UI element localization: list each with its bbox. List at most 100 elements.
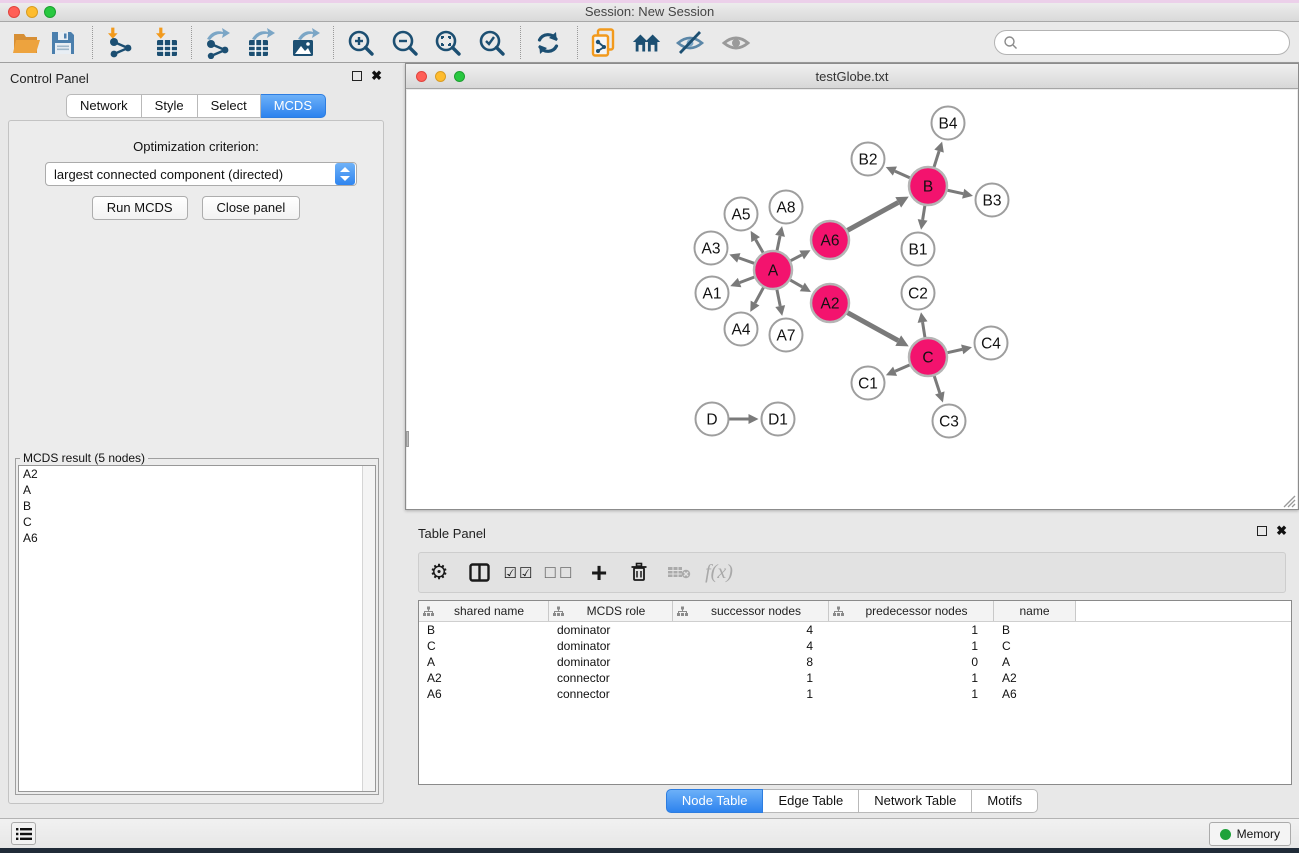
network-graph[interactable]: AA1A2A3A4A5A6A7A8BB1B2B3B4CC1C2C3C4DD1 — [407, 90, 1297, 509]
table-options-gear-icon[interactable]: ⚙ — [419, 560, 459, 585]
graph-node-label: A5 — [732, 207, 751, 224]
refresh-icon[interactable] — [532, 27, 564, 59]
table-cell[interactable]: 4 — [673, 623, 829, 637]
graph-edge-A6-B[interactable] — [845, 202, 898, 231]
table-row[interactable]: Bdominator41B — [419, 622, 1291, 638]
mcds-result-item[interactable]: C — [19, 514, 375, 530]
zoom-fit-icon[interactable] — [432, 27, 464, 59]
column-header-predecessor-nodes[interactable]: predecessor nodes — [829, 601, 994, 621]
hide-panels-icon[interactable] — [631, 27, 663, 59]
table-cell[interactable]: dominator — [549, 655, 673, 669]
column-header-name[interactable]: name — [994, 601, 1076, 621]
show-columns-icon[interactable] — [459, 562, 499, 584]
float-panel-icon[interactable] — [352, 71, 362, 81]
close-panel-icon[interactable]: ✖ — [371, 71, 382, 81]
table-row[interactable]: Cdominator41C — [419, 638, 1291, 654]
show-hide-details-icon[interactable] — [720, 27, 752, 59]
criterion-select[interactable]: largest connected component (directed) — [45, 162, 357, 186]
tab-node-table[interactable]: Node Table — [666, 789, 764, 813]
table-cell[interactable]: connector — [549, 671, 673, 685]
graph-node-label: A1 — [703, 286, 722, 303]
table-panel-title: Table Panel — [418, 526, 486, 541]
memory-label: Memory — [1237, 827, 1280, 841]
table-cell[interactable]: dominator — [549, 639, 673, 653]
column-header-MCDS-role[interactable]: MCDS role — [549, 601, 673, 621]
zoom-in-icon[interactable] — [345, 27, 377, 59]
table-cell[interactable]: 1 — [673, 687, 829, 701]
show-hide-graphics-icon[interactable] — [674, 27, 706, 59]
export-table-icon[interactable] — [244, 27, 276, 59]
tab-network-table[interactable]: Network Table — [859, 789, 972, 813]
table-cell[interactable]: 0 — [829, 655, 994, 669]
table-cell[interactable]: A2 — [419, 671, 549, 685]
node-table[interactable]: shared nameMCDS rolesuccessor nodesprede… — [418, 600, 1292, 785]
task-history-button[interactable] — [11, 822, 36, 845]
mcds-result-item[interactable]: A2 — [19, 466, 375, 482]
close-panel-button[interactable]: Close panel — [202, 196, 301, 220]
memory-button[interactable]: Memory — [1209, 822, 1291, 846]
table-row[interactable]: Adominator80A — [419, 654, 1291, 670]
table-row[interactable]: A6connector11A6 — [419, 686, 1291, 702]
network-canvas[interactable]: AA1A2A3A4A5A6A7A8BB1B2B3B4CC1C2C3C4DD1 — [407, 90, 1297, 509]
mcds-result-item[interactable]: B — [19, 498, 375, 514]
table-cell[interactable]: 1 — [829, 623, 994, 637]
table-cell[interactable]: A — [419, 655, 549, 669]
export-image-icon[interactable] — [288, 27, 320, 59]
tab-motifs[interactable]: Motifs — [972, 789, 1038, 813]
function-builder-icon: f(x) — [699, 561, 739, 584]
scrollbar-track[interactable] — [362, 466, 375, 791]
tab-select[interactable]: Select — [198, 94, 261, 118]
float-table-panel-icon[interactable] — [1257, 526, 1267, 536]
column-header-shared-name[interactable]: shared name — [419, 601, 549, 621]
table-cell[interactable]: A6 — [419, 687, 549, 701]
table-cell[interactable]: A2 — [994, 671, 1076, 685]
unselect-all-columns-icon[interactable]: ☐☐ — [539, 564, 579, 582]
tab-mcds[interactable]: MCDS — [261, 94, 326, 118]
status-bar: Memory — [0, 818, 1299, 848]
tab-style[interactable]: Style — [142, 94, 198, 118]
mcds-result-list[interactable]: A2ABCA6 — [18, 465, 376, 792]
splitter-grip[interactable] — [406, 431, 409, 447]
table-cell[interactable]: 1 — [829, 671, 994, 685]
mcds-result-item[interactable]: A — [19, 482, 375, 498]
open-session-icon[interactable] — [11, 27, 43, 59]
column-header-successor-nodes[interactable]: successor nodes — [673, 601, 829, 621]
table-cell[interactable]: 8 — [673, 655, 829, 669]
graph-node-label: D — [706, 412, 717, 429]
close-table-panel-icon[interactable]: ✖ — [1276, 526, 1287, 536]
table-cell[interactable]: 1 — [829, 687, 994, 701]
arrowhead-icon — [749, 414, 759, 424]
export-network-icon[interactable] — [201, 27, 233, 59]
table-cell[interactable]: 1 — [829, 639, 994, 653]
table-cell[interactable]: connector — [549, 687, 673, 701]
resize-grip-icon[interactable] — [1280, 492, 1296, 508]
add-column-icon[interactable]: + — [579, 563, 619, 583]
zoom-selected-icon[interactable] — [476, 27, 508, 59]
zoom-out-icon[interactable] — [389, 27, 421, 59]
delete-column-icon[interactable] — [619, 562, 659, 584]
import-network-icon[interactable] — [104, 27, 136, 59]
table-cell[interactable]: B — [994, 623, 1076, 637]
list-icon — [16, 827, 32, 841]
save-session-icon[interactable] — [47, 27, 79, 59]
run-mcds-button[interactable]: Run MCDS — [92, 196, 188, 220]
table-cell[interactable]: A — [994, 655, 1076, 669]
import-table-icon[interactable] — [150, 27, 182, 59]
table-cell[interactable]: 4 — [673, 639, 829, 653]
search-input[interactable] — [994, 30, 1290, 55]
table-cell[interactable]: dominator — [549, 623, 673, 637]
graph-node-label: A6 — [821, 233, 840, 250]
table-row[interactable]: A2connector11A2 — [419, 670, 1291, 686]
table-cell[interactable]: B — [419, 623, 549, 637]
select-all-columns-icon[interactable]: ☑☑ — [499, 564, 539, 582]
table-toolbar: ⚙ ☑☑ ☐☐ + f(x) — [418, 552, 1286, 593]
network-snapshot-icon[interactable] — [588, 27, 620, 59]
table-cell[interactable]: 1 — [673, 671, 829, 685]
tab-edge-table[interactable]: Edge Table — [763, 789, 859, 813]
mcds-result-item[interactable]: A6 — [19, 530, 375, 546]
table-cell[interactable]: C — [994, 639, 1076, 653]
table-cell[interactable]: C — [419, 639, 549, 653]
tab-network[interactable]: Network — [66, 94, 142, 118]
table-cell[interactable]: A6 — [994, 687, 1076, 701]
graph-edge-A2-C[interactable] — [845, 311, 898, 340]
